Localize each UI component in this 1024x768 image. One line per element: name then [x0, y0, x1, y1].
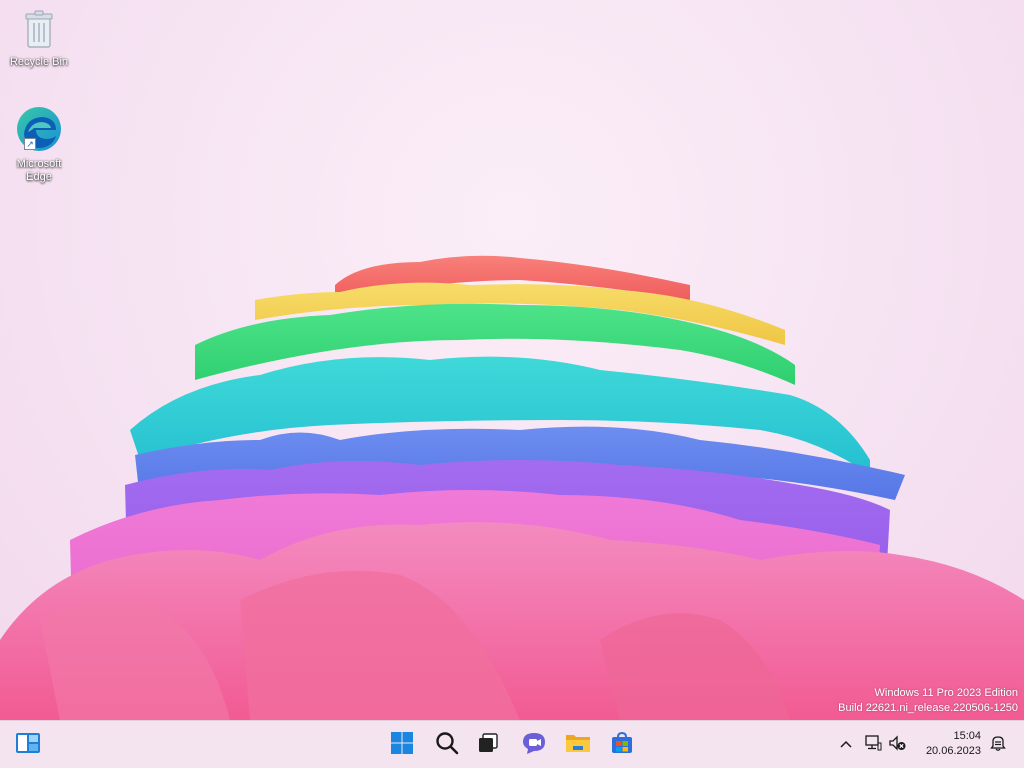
microsoft-store-button[interactable] — [606, 729, 638, 761]
store-icon — [610, 731, 634, 760]
edge-icon: ↗ — [14, 104, 64, 156]
chat-icon — [521, 731, 547, 760]
windows-logo-icon — [390, 731, 414, 760]
recycle-bin-icon — [4, 8, 74, 54]
notification-icon — [989, 734, 1007, 757]
search-icon — [435, 731, 459, 760]
clock-date: 20.06.2023 — [925, 745, 981, 757]
desktop-icon-recycle-bin[interactable]: Recycle Bin — [4, 8, 74, 69]
chat-button[interactable] — [518, 729, 550, 761]
folder-icon — [565, 732, 591, 759]
edge-label: Microsoft Edge — [16, 158, 62, 183]
taskbar: 15:04 20.06.2023 — [0, 720, 1024, 768]
desktop-icon-microsoft-edge[interactable]: ↗ Microsoft Edge — [4, 104, 74, 184]
recycle-bin-label: Recycle Bin — [9, 56, 69, 68]
search-button[interactable] — [431, 729, 463, 761]
file-explorer-button[interactable] — [562, 729, 594, 761]
windows-watermark: Windows 11 Pro 2023 Edition Build 22621.… — [838, 686, 1018, 716]
task-view-button[interactable] — [472, 729, 504, 761]
watermark-edition: Windows 11 Pro 2023 Edition — [874, 687, 1019, 699]
speaker-muted-icon — [888, 734, 906, 757]
clock[interactable]: 15:04 20.06.2023 — [926, 729, 981, 759]
widgets-button[interactable] — [12, 729, 44, 761]
widgets-icon — [15, 732, 41, 759]
clock-time: 15:04 — [953, 730, 981, 742]
shortcut-arrow-icon: ↗ — [24, 138, 36, 150]
wallpaper-ribbon-bloom — [0, 255, 1024, 720]
desktop-wallpaper — [0, 0, 1024, 720]
show-hidden-icons-button[interactable] — [834, 729, 858, 761]
notification-button[interactable] — [986, 729, 1010, 761]
network-disconnected-icon — [864, 734, 882, 757]
chevron-up-icon — [839, 736, 853, 754]
network-volume-button[interactable] — [862, 729, 908, 761]
task-view-icon — [476, 731, 500, 760]
start-button[interactable] — [386, 729, 418, 761]
watermark-build: Build 22621.ni_release.220506-1250 — [838, 702, 1018, 714]
